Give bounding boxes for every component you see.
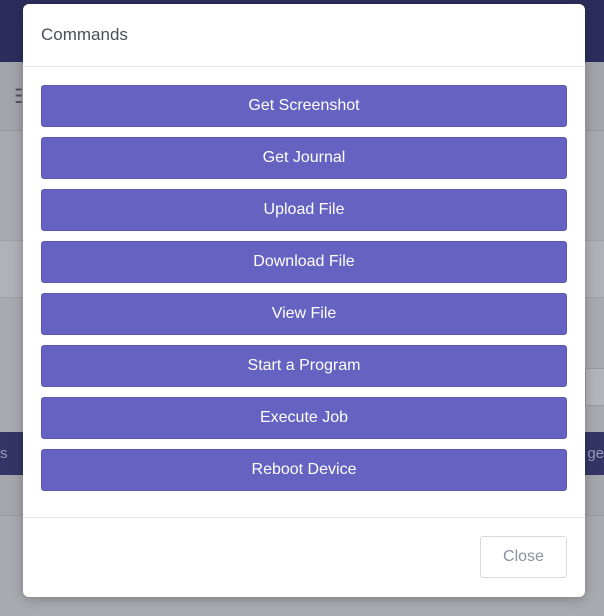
execute-job-button[interactable]: Execute Job xyxy=(41,397,567,439)
get-screenshot-button[interactable]: Get Screenshot xyxy=(41,85,567,127)
modal-body: Get Screenshot Get Journal Upload File D… xyxy=(23,67,585,518)
reboot-device-button[interactable]: Reboot Device xyxy=(41,449,567,491)
get-journal-button[interactable]: Get Journal xyxy=(41,137,567,179)
close-button[interactable]: Close xyxy=(480,536,567,578)
commands-modal: Commands Get Screenshot Get Journal Uplo… xyxy=(23,4,585,597)
upload-file-button[interactable]: Upload File xyxy=(41,189,567,231)
modal-title: Commands xyxy=(41,25,128,44)
background-input xyxy=(585,368,604,406)
modal-footer: Close xyxy=(23,518,585,596)
background-left-text: s xyxy=(0,445,8,462)
view-file-button[interactable]: View File xyxy=(41,293,567,335)
background-right-text: ge xyxy=(587,445,604,462)
modal-header: Commands xyxy=(23,4,585,67)
download-file-button[interactable]: Download File xyxy=(41,241,567,283)
start-program-button[interactable]: Start a Program xyxy=(41,345,567,387)
